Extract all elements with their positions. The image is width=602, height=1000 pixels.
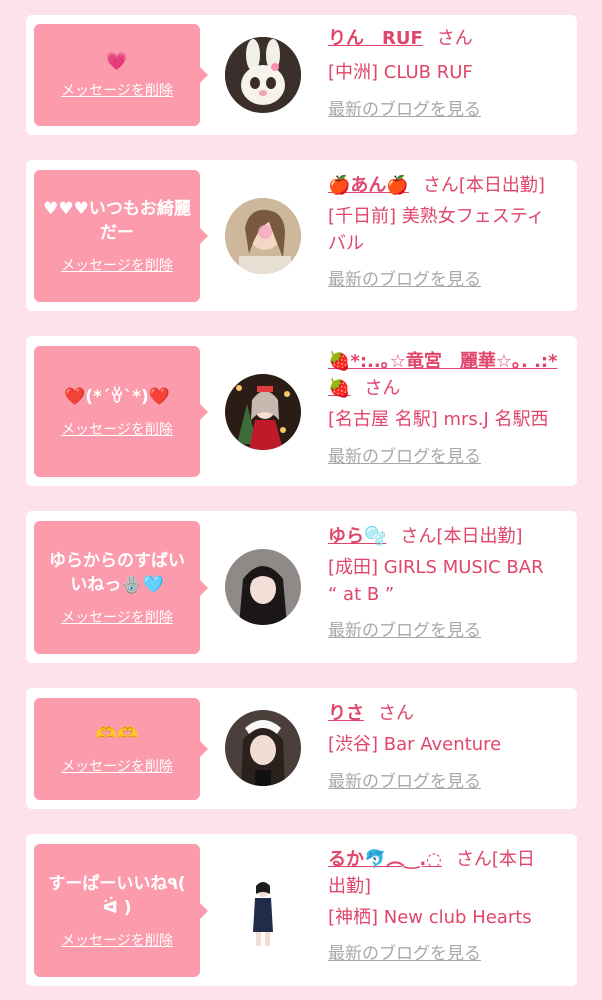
cast-info: りん RUF さん [中洲] CLUB RUF 最新のブログを見る <box>328 25 573 122</box>
shop-name: [神栖] New club Hearts <box>328 907 532 928</box>
message-text: 🫶🫶 <box>95 724 139 744</box>
latest-blog-link[interactable]: 最新のブログを見る <box>328 619 481 643</box>
shop-name-cont: バル <box>328 233 364 254</box>
message-bubble: ❤️(*´ꈊ`*)❤️ メッセージを削除 <box>34 346 200 477</box>
delete-message-link[interactable]: メッセージを削除 <box>61 255 173 275</box>
favorite-message-list: 💗 メッセージを削除 りん RUF さん [中洲] CLUB RUF 最新のブログ… <box>0 0 602 1000</box>
message-text: ゆらからのすばい いねっ🪬🩵 <box>49 550 185 595</box>
bunny-avatar-icon <box>225 37 301 113</box>
message-bubble: ♥♥♥いつもお綺麗 だー メッセージを削除 <box>34 170 200 302</box>
delete-message-link[interactable]: メッセージを削除 <box>61 80 173 100</box>
shop-name: [名古屋 名駅] mrs.J 名駅西 <box>328 409 549 430</box>
message-bubble: すーぱーいいね٩( ᐛ ) メッセージを削除 <box>34 844 200 977</box>
profile-photo-icon <box>225 710 301 786</box>
cast-name-link-cont[interactable]: 🍓 <box>328 378 350 399</box>
working-today-tag: [本日 <box>491 849 535 870</box>
honorific: さん <box>436 28 473 49</box>
shop-name: [千日前] 美熟女フェスティ <box>328 206 545 227</box>
cast-info: 🍎あん🍎 さん[本日出勤] [千日前] 美熟女フェスティ バル 最新のブログを見る <box>328 172 573 292</box>
message-card: すーぱーいいね٩( ᐛ ) メッセージを削除 るか🐬︵‿.◌ さん[本日 出勤] … <box>26 834 577 986</box>
cast-name-link[interactable]: 🍎あん🍎 <box>328 175 409 196</box>
honorific: さん <box>400 526 437 547</box>
message-card: ❤️(*´ꈊ`*)❤️ メッセージを削除 🍓*:..｡☆竜宮 麗華☆｡. .:*… <box>26 336 577 486</box>
avatar[interactable] <box>225 37 301 113</box>
message-card: ゆらからのすばい いねっ🪬🩵 メッセージを削除 ゆら🫧 さん[本日出勤] [成田]… <box>26 511 577 663</box>
avatar[interactable] <box>225 710 301 786</box>
cast-info: るか🐬︵‿.◌ さん[本日 出勤] [神栖] New club Hearts 最新… <box>328 846 573 966</box>
working-today-tag: [本日出勤] <box>458 175 545 196</box>
honorific: さん <box>422 175 459 196</box>
working-today-tag: [本日出勤] <box>436 526 523 547</box>
avatar[interactable] <box>225 198 301 274</box>
shop-name: [成田] GIRLS MUSIC BAR <box>328 557 544 578</box>
profile-photo-icon <box>225 198 301 274</box>
delete-message-link[interactable]: メッセージを削除 <box>61 419 173 439</box>
profile-photo-icon <box>225 549 301 625</box>
profile-photo-icon <box>225 872 301 948</box>
message-bubble: 💗 メッセージを削除 <box>34 24 200 126</box>
message-bubble: ゆらからのすばい いねっ🪬🩵 メッセージを削除 <box>34 521 200 654</box>
message-text: ♥♥♥いつもお綺麗 だー <box>43 199 191 243</box>
cast-name-link[interactable]: るか🐬︵‿.◌ <box>328 849 442 870</box>
latest-blog-link[interactable]: 最新のブログを見る <box>328 770 481 794</box>
message-card: ♥♥♥いつもお綺麗 だー メッセージを削除 🍎あん🍎 さん[本日出勤] [千日前]… <box>26 160 577 311</box>
cast-info: ゆら🫧 さん[本日出勤] [成田] GIRLS MUSIC BAR “ at B … <box>328 523 573 643</box>
cast-name-link[interactable]: りん RUF <box>328 28 423 49</box>
working-today-tag-cont: 出勤] <box>328 876 372 897</box>
delete-message-link[interactable]: メッセージを削除 <box>61 930 173 950</box>
shop-name: [中洲] CLUB RUF <box>328 62 473 83</box>
message-text: すーぱーいいね٩( ᐛ ) <box>48 873 186 918</box>
message-bubble: 🫶🫶 メッセージを削除 <box>34 698 200 800</box>
latest-blog-link[interactable]: 最新のブログを見る <box>328 445 481 469</box>
shop-name-cont: “ at B ” <box>328 584 395 605</box>
message-text: ❤️(*´ꈊ`*)❤️ <box>64 386 170 407</box>
honorific: さん <box>378 703 414 724</box>
message-text: 💗 <box>106 52 128 72</box>
cast-name-link[interactable]: 🍓*:..｡☆竜宮 麗華☆｡. .:* <box>328 351 558 372</box>
cast-info: りさ さん [渋谷] Bar Aventure 最新のブログを見る <box>328 700 573 794</box>
cast-info: 🍓*:..｡☆竜宮 麗華☆｡. .:* 🍓 さん [名古屋 名駅] mrs.J 名… <box>328 348 573 469</box>
profile-photo-icon <box>225 374 301 450</box>
latest-blog-link[interactable]: 最新のブログを見る <box>328 942 481 966</box>
latest-blog-link[interactable]: 最新のブログを見る <box>328 98 481 122</box>
delete-message-link[interactable]: メッセージを削除 <box>61 756 173 776</box>
message-card: 🫶🫶 メッセージを削除 りさ さん [渋谷] Bar Aventure 最新のブロ… <box>26 688 577 809</box>
shop-name: [渋谷] Bar Aventure <box>328 734 502 755</box>
avatar[interactable] <box>225 549 301 625</box>
latest-blog-link[interactable]: 最新のブログを見る <box>328 268 481 292</box>
cast-name-link[interactable]: ゆら🫧 <box>328 526 386 547</box>
cast-name-link[interactable]: りさ <box>328 703 364 724</box>
avatar[interactable] <box>225 374 301 450</box>
message-card: 💗 メッセージを削除 りん RUF さん [中洲] CLUB RUF 最新のブログ… <box>26 15 577 135</box>
honorific: さん <box>364 378 401 399</box>
delete-message-link[interactable]: メッセージを削除 <box>61 607 173 627</box>
avatar[interactable] <box>225 872 301 948</box>
honorific: さん <box>455 849 492 870</box>
